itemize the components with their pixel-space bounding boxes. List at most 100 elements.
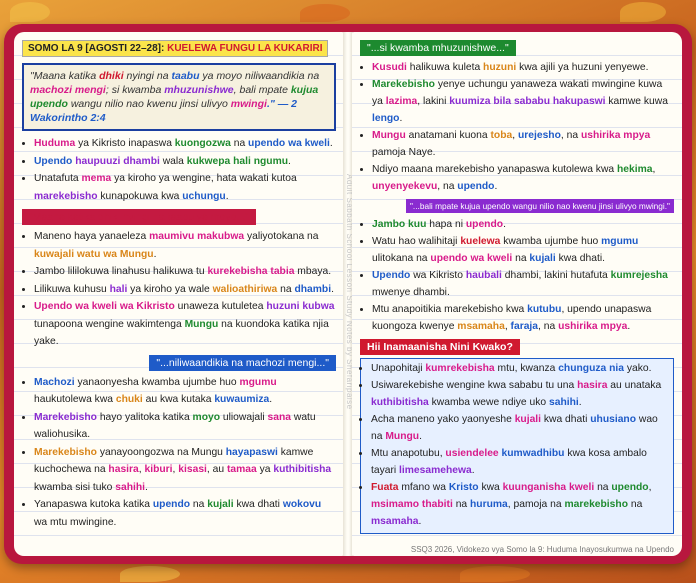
- text-span: hekima: [616, 164, 653, 175]
- list-item: Marekebisho yanayoongozwa na Mungu hayap…: [34, 444, 336, 497]
- text-span: dhambi, lakini hutafuta: [501, 270, 611, 281]
- list-item: Acha maneno yako yaonyeshe kujali kwa dh…: [371, 411, 670, 445]
- text-span: haupuuzi dhambi: [75, 155, 160, 167]
- text-span: Mungu: [372, 130, 406, 141]
- text-span: toba: [490, 130, 513, 141]
- text-span: kumrekebisha: [425, 363, 495, 374]
- text-span: na: [190, 499, 208, 510]
- text-span: na: [627, 499, 643, 510]
- text-span: lazima: [385, 96, 418, 107]
- list-item: Marekebisho hayo yalitoka katika moyo ul…: [34, 409, 336, 444]
- text-span: sahihi: [115, 481, 146, 493]
- text-span: Yanapaswa kutoka katika: [34, 499, 153, 510]
- section-header: Hii Inamaanisha Nini Kwako?: [360, 339, 520, 355]
- text-span: unyenyekevu: [372, 181, 438, 192]
- text-span: sana: [267, 411, 292, 423]
- text-span: mwenye dhambi.: [372, 287, 450, 298]
- text-span: .: [494, 181, 498, 192]
- text-span: mgumu: [239, 376, 277, 388]
- text-span: , na: [538, 321, 559, 332]
- text-span: upendo wa kweli: [430, 253, 513, 264]
- text-span: uhusiano: [590, 414, 637, 425]
- text-span: haubali: [465, 270, 502, 281]
- text-span: , bali mpate: [233, 84, 291, 96]
- text-span: tunapoona wengine wakimtenga: [34, 318, 185, 330]
- text-span: marekebisho: [564, 499, 628, 510]
- autumn-leaf-decoration: [120, 566, 180, 582]
- text-span: KUELEWA FUNGU LA KUKARIRI: [167, 43, 323, 54]
- section-list: Jambo kuu hapa ni upendo. Watu hao walih…: [360, 216, 674, 335]
- text-span: , na: [437, 181, 458, 192]
- text-span: huzuni: [483, 62, 517, 73]
- text-span: kwamba ujumbe huo: [500, 236, 602, 247]
- text-span: marekebisho: [34, 190, 98, 202]
- text-span: ya kiroho ya wale: [127, 283, 213, 295]
- text-span: .: [145, 481, 148, 493]
- text-span: Fuata: [371, 482, 399, 493]
- text-span: kuelewa: [460, 236, 501, 247]
- text-span: na: [512, 253, 530, 264]
- text-span: ,: [648, 482, 652, 493]
- text-span: halikuwa kuleta: [406, 62, 484, 73]
- text-span: au kwa kutaka: [142, 394, 215, 405]
- text-span: .: [331, 283, 334, 295]
- application-box: Unapohitaji kumrekebisha mtu, kwanza chu…: [360, 358, 674, 534]
- section-list: Kusudi halikuwa kuleta huzuni kwa ajili …: [360, 59, 674, 195]
- text-span: chunguza nia: [558, 363, 624, 374]
- list-item: Upendo haupuuzi dhambi wala kukwepa hali…: [34, 153, 336, 171]
- list-item: Kusudi halikuwa kuleta huzuni kwa ajili …: [372, 59, 674, 76]
- text-span: chuki: [115, 394, 143, 405]
- text-span: wala: [159, 155, 187, 167]
- text-span: lengo: [372, 113, 400, 124]
- text-span: mwingi: [230, 98, 267, 110]
- text-span: kwa dhati.: [555, 253, 605, 264]
- text-span: .: [269, 394, 273, 405]
- text-span: .: [329, 138, 333, 149]
- text-span: Mtu anapoitikia marekebisho kwa: [372, 304, 528, 315]
- text-span: upendo: [465, 219, 504, 230]
- text-span: tamaa: [226, 464, 257, 475]
- left-page: SOMO LA 9 [AGOSTI 22–28]: KUELEWA FUNGU …: [14, 32, 344, 556]
- text-span: Upendo: [372, 270, 411, 281]
- text-span: ; si kwamba: [105, 84, 165, 96]
- text-span: .: [419, 431, 422, 442]
- list-item: Yanapaswa kutoka katika upendo na kujali…: [34, 496, 336, 531]
- text-span: Unatafuta: [34, 173, 82, 184]
- text-span: upendo wa kweli: [248, 138, 330, 149]
- text-span: wangu nilio nao kwenu jinsi ulivyo: [67, 98, 231, 110]
- text-span: Upendo: [34, 155, 76, 167]
- text-span: msamaha: [457, 321, 505, 332]
- list-item: Jambo kuu hapa ni upendo.: [372, 216, 674, 233]
- text-span: ulitokana na: [372, 253, 431, 264]
- text-span: Kusudi: [372, 62, 407, 73]
- text-span: , lakini: [417, 96, 450, 107]
- text-span: msamaha: [371, 516, 419, 527]
- text-span: kuthibitisha: [273, 464, 332, 475]
- text-span: hali: [109, 283, 128, 295]
- text-span: mhuzunishwe: [164, 84, 234, 96]
- text-span: hayapaswi: [225, 446, 278, 458]
- text-span: msimamo thabiti: [371, 499, 453, 510]
- list-item: Lilikuwa kuhusu hali ya kiroho ya wale w…: [34, 281, 336, 299]
- text-span: wokovu: [282, 499, 322, 510]
- key-points-list: Huduma ya Kikristo inapaswa kuongozwa na…: [22, 135, 336, 205]
- text-span: .: [418, 516, 422, 527]
- text-span: kujali: [207, 499, 234, 510]
- autumn-leaf-decoration: [300, 4, 350, 22]
- text-span: Mungu: [184, 318, 219, 330]
- text-span: hapa ni: [426, 219, 466, 230]
- text-span: , pamoja na: [507, 499, 565, 510]
- text-span: Jambo kuu: [372, 219, 427, 230]
- list-item: Upendo wa kweli wa Kikristo unaweza kutu…: [34, 298, 336, 351]
- text-span: ,: [652, 164, 656, 175]
- text-span: Marekebisho: [34, 446, 97, 458]
- list-item: Mungu anatamani kuona toba, urejesho, na…: [372, 127, 674, 161]
- section-list: Maneno haya yanaeleza maumivu makubwa ya…: [22, 228, 336, 351]
- text-span: Huduma: [34, 138, 76, 149]
- section-header: "...si kwamba mhuzunishwe...": [360, 40, 516, 56]
- text-span: Unapohitaji: [371, 363, 426, 374]
- text-span: kwa dhati: [541, 414, 591, 425]
- text-span: au unataka: [607, 380, 662, 391]
- text-span: machozi mengi: [30, 84, 106, 96]
- text-span: unaweza kutuletea: [174, 301, 267, 312]
